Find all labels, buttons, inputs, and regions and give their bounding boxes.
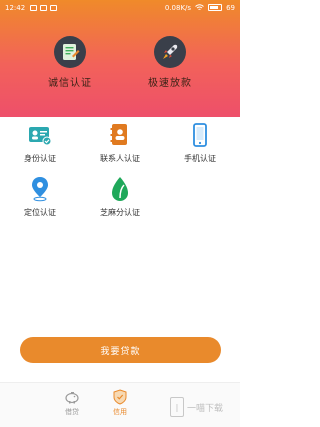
piggy-bank-icon [64,389,80,405]
shield-icon [112,389,128,405]
mobile-phone-icon [186,121,214,149]
watermark: | 一喵下载 [170,392,240,422]
contact-book-icon [106,121,134,149]
id-card-icon [26,121,54,149]
notification-icon [50,4,58,11]
tab-loan-label: 借贷 [65,409,79,416]
notification-icons [30,4,58,11]
status-time: 12:42 [5,3,26,12]
contact-verification-item[interactable]: 联系人认证 [80,121,160,164]
tab-credit-label: 信用 [113,409,127,416]
phone-verification-label: 手机认证 [184,154,216,163]
credit-certification-entry[interactable]: 诚信认证 [30,36,110,89]
mail-icon [30,4,38,11]
watermark-text: 一喵下载 [187,403,224,414]
identity-verification-item[interactable]: 身份认证 [0,121,80,164]
status-right: 0.08K/s 69 [165,4,235,12]
battery-icon [208,4,223,11]
location-verification-item[interactable]: 定位认证 [0,175,80,218]
sesame-verification-item[interactable]: 芝麻分认证 [80,175,160,218]
watermark-logo-icon: | [170,397,184,417]
phone-verification-item[interactable]: 手机认证 [160,121,240,164]
status-bar: 12:42 0.08K/s 69 [0,0,240,15]
image-icon [40,4,48,11]
location-verification-label: 定位认证 [24,208,56,217]
tab-credit[interactable]: 信用 [100,389,140,417]
sesame-leaf-icon [106,175,134,203]
apply-loan-button[interactable]: 我要贷款 [20,337,221,363]
battery-level: 69 [226,3,235,12]
fast-loan-label: 极速放款 [148,78,192,89]
rocket-icon [154,36,186,68]
credit-certificate-icon [54,36,86,68]
sesame-verification-label: 芝麻分认证 [100,208,140,217]
contact-verification-label: 联系人认证 [100,154,140,163]
wifi-icon [195,4,204,10]
credit-certification-label: 诚信认证 [48,78,92,89]
identity-verification-label: 身份认证 [24,154,56,163]
tab-loan[interactable]: 借贷 [52,389,92,417]
location-pin-icon [26,175,54,203]
fast-loan-entry[interactable]: 极速放款 [130,36,210,89]
network-speed: 0.08K/s [164,3,192,12]
